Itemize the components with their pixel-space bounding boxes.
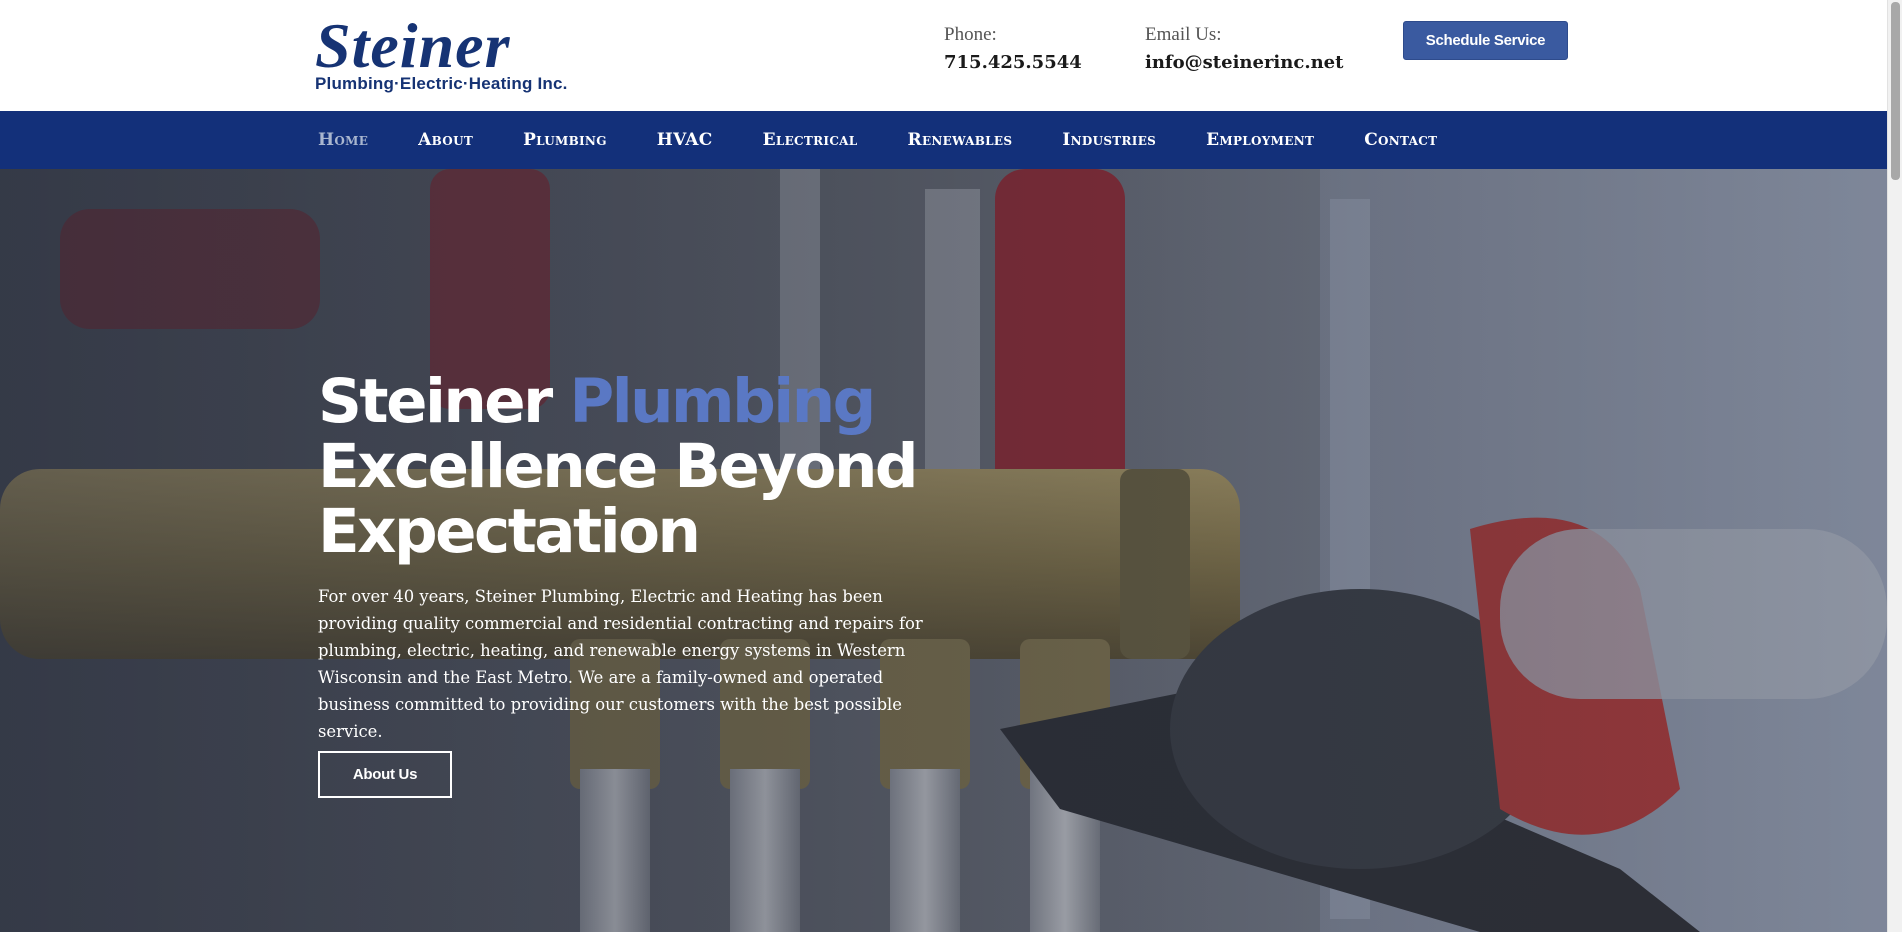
hero-heading-word1: Steiner <box>318 366 553 437</box>
about-us-button[interactable]: About Us <box>318 751 452 798</box>
logo-tagline: Plumbing·Electric·Heating Inc. <box>315 74 568 93</box>
hero-heading-line3: Expectation <box>318 496 701 567</box>
nav-item-about[interactable]: About <box>418 130 473 150</box>
email-link[interactable]: info@steinerinc.net <box>1145 51 1343 75</box>
steiner-logo[interactable]: Steiner Plumbing·Electric·Heating Inc. <box>315 14 615 94</box>
hero-description: For over 40 years, Steiner Plumbing, Ele… <box>318 587 923 741</box>
schedule-service-button[interactable]: Schedule Service <box>1403 21 1568 60</box>
phone-number-link[interactable]: 715.425.5544 <box>944 51 1082 75</box>
logo-wordmark: Steiner <box>315 10 511 81</box>
email-block: Email Us: info@steinerinc.net <box>1145 24 1343 75</box>
nav-item-contact[interactable]: Contact <box>1364 130 1437 150</box>
nav-item-plumbing[interactable]: Plumbing <box>523 130 607 150</box>
nav-item-electrical[interactable]: Electrical <box>763 130 858 150</box>
phone-label: Phone: <box>944 24 997 45</box>
nav-item-industries[interactable]: Industries <box>1062 130 1156 150</box>
hero-heading-accent: Plumbing <box>569 366 877 437</box>
phone-block: Phone: 715.425.5544 <box>944 24 1082 75</box>
page-scrollbar[interactable] <box>1887 0 1902 932</box>
hero-section: Steiner Plumbing Excellence Beyond Expec… <box>0 169 1887 932</box>
site-header: Steiner Plumbing·Electric·Heating Inc. P… <box>0 0 1887 111</box>
email-label: Email Us: <box>1145 24 1222 45</box>
nav-item-hvac[interactable]: HVAC <box>657 130 713 150</box>
main-navigation: Home About Plumbing HVAC Electrical Rene… <box>0 111 1887 169</box>
nav-item-renewables[interactable]: Renewables <box>908 130 1013 150</box>
nav-menu: Home About Plumbing HVAC Electrical Rene… <box>318 111 1487 169</box>
hero-heading-line2: Excellence Beyond <box>318 431 919 502</box>
nav-item-home[interactable]: Home <box>318 130 368 150</box>
scrollbar-thumb[interactable] <box>1891 2 1900 180</box>
nav-item-employment[interactable]: Employment <box>1206 130 1314 150</box>
hero-heading: Steiner Plumbing Excellence Beyond Expec… <box>318 369 1018 564</box>
